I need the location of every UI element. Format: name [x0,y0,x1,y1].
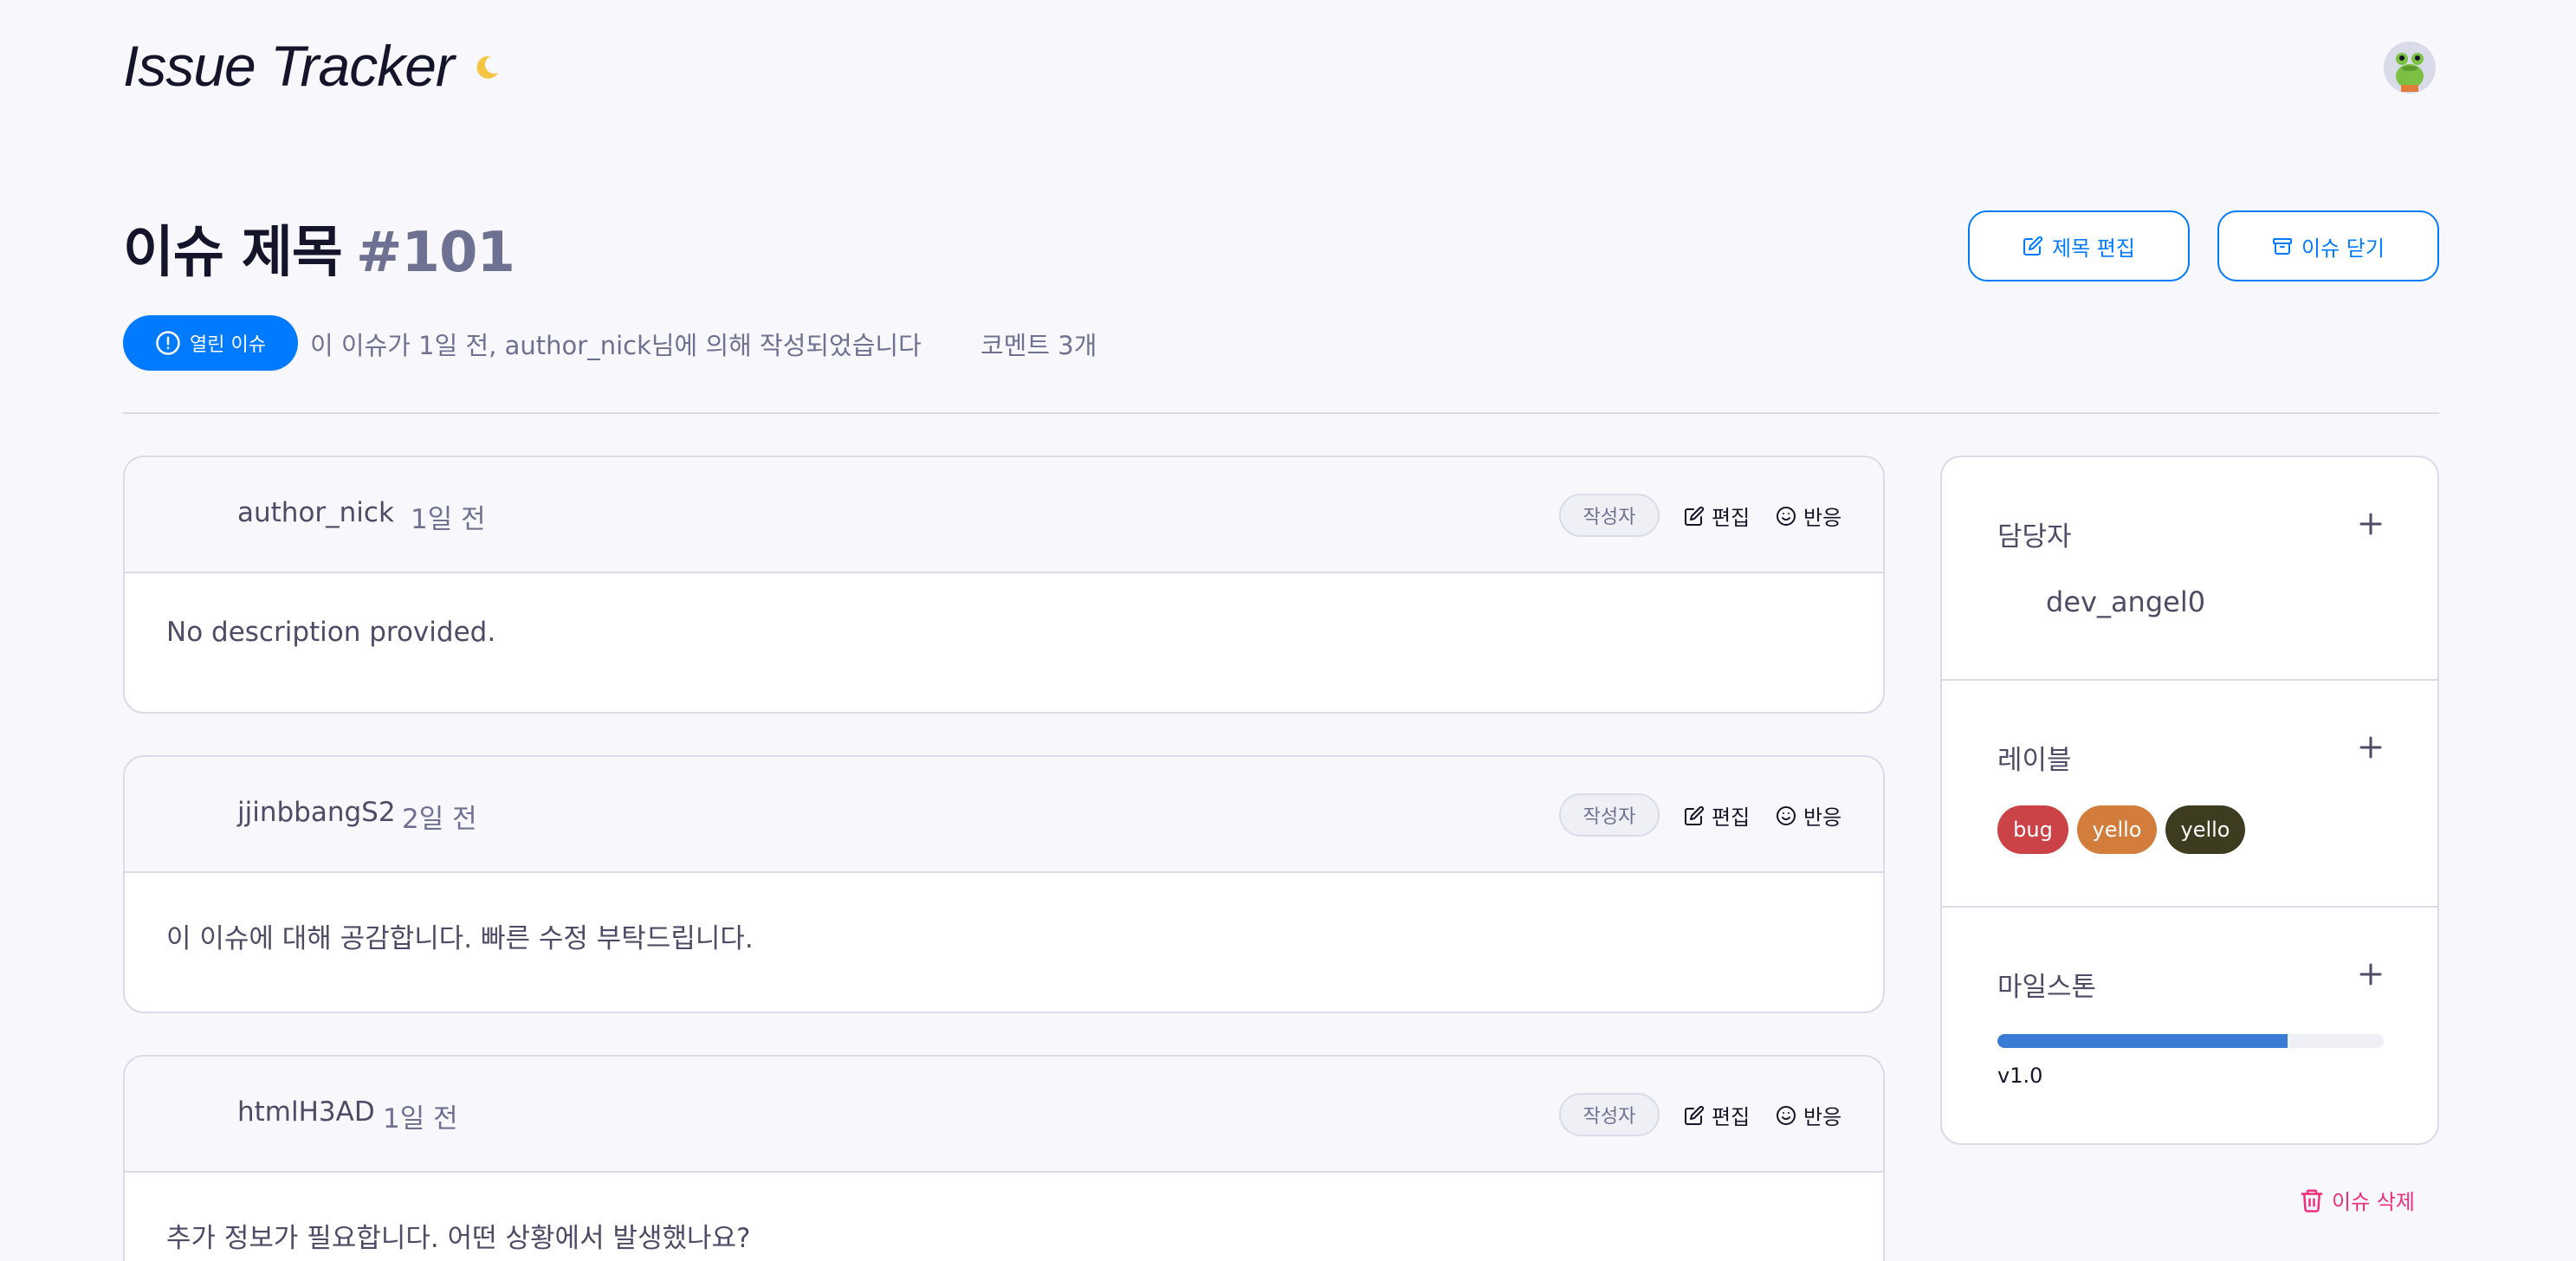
comment-author[interactable]: htmlH3AD [237,1096,375,1128]
issue-number: #101 [355,221,515,285]
edit-title-label: 제목 편집 [2052,236,2135,261]
milestone-progress-bar [1997,1034,2384,1048]
edit-comment-button[interactable]: 편집 [1684,501,1750,531]
edit-title-button[interactable]: 제목 편집 [1968,210,2190,281]
comment-body: 추가 정보가 필요합니다. 어떤 상황에서 발생했나요? [166,1223,751,1254]
comment-author[interactable]: author_nick [237,497,394,528]
open-issue-badge: 열린 이슈 [123,315,298,371]
react-button[interactable]: 반응 [1776,501,1841,531]
assignee-section: 담당자 dev_angel0 [1942,457,2437,681]
author-tag: 작성자 [1559,793,1660,837]
comment-time: 1일 전 [411,504,486,535]
app-logo[interactable]: Issue Tracker [123,33,501,99]
alert-circle-icon [156,331,180,355]
archive-icon [2273,238,2293,255]
edit-label: 편집 [1712,1105,1751,1129]
comment-header: author_nick 1일 전 작성자 편집 반응 [125,457,1883,573]
issue-detail-page: Issue Tracker 이슈 제목 #101 제목 편집 이슈 닫기 열린 … [0,0,2576,1261]
labels-section: 레이블 [1942,681,2437,908]
logo-text: Issue Tracker [123,34,455,98]
edit-comment-button[interactable]: 편집 [1684,1100,1750,1130]
moon-icon[interactable] [473,54,501,81]
edit-label: 편집 [1712,506,1751,530]
react-label: 반응 [1803,805,1842,830]
edit-comment-button[interactable]: 편집 [1684,800,1750,831]
issue-meta-text: 이 이슈가 1일 전, author_nick님에 의해 작성되었습니다 [310,331,922,360]
react-button[interactable]: 반응 [1776,800,1841,831]
add-milestone-plus-icon[interactable] [2356,960,2385,989]
comment-count: 코멘트 3개 [981,331,1097,360]
comment-header: htmlH3AD 1일 전 작성자 편집 반응 [125,1057,1883,1173]
smile-icon [1777,805,1796,825]
delete-issue-button[interactable]: 이슈 삭제 [2299,1185,2415,1215]
smile-icon [1777,506,1796,526]
assignee-title: 담당자 [1997,521,2072,553]
issue-sidebar: 담당자 dev_angel0 레이블 bug yello yello 마일스톤 … [1940,456,2439,1145]
author-tag: 작성자 [1559,1093,1660,1136]
comment-time: 1일 전 [383,1103,458,1135]
close-issue-button[interactable]: 이슈 닫기 [2217,210,2439,281]
add-assignee-plus-icon[interactable] [2356,509,2385,539]
comment-card: jjinbbangS2 2일 전 작성자 편집 반응 이 이슈에 대해 공감합니… [123,755,1885,1013]
milestone-progress-fill [1997,1034,2288,1048]
issue-title-text: 이슈 제목 [123,221,343,285]
comment-card: htmlH3AD 1일 전 작성자 편집 반응 추가 정보가 필요합니다. 어떤… [123,1055,1885,1261]
edit-icon [1685,805,1705,825]
react-button[interactable]: 반응 [1776,1100,1841,1130]
smile-icon [1777,1105,1796,1125]
label-bug[interactable]: bug [1997,805,2068,854]
react-label: 반응 [1803,506,1842,530]
assignee-name[interactable]: dev_angel0 [2046,585,2205,618]
comment-time: 2일 전 [402,804,477,835]
edit-label: 편집 [1712,805,1751,830]
milestone-title: 마일스톤 [1997,972,2097,1003]
author-tag: 작성자 [1559,494,1660,537]
issue-state-label: 열린 이슈 [190,334,266,356]
close-issue-label: 이슈 닫기 [2301,236,2385,261]
comment-author[interactable]: jjinbbangS2 [237,797,396,828]
issue-title: 이슈 제목 #101 [123,208,515,288]
add-label-plus-icon[interactable] [2356,733,2385,762]
label-yello[interactable]: yello [2077,805,2157,854]
user-avatar[interactable] [2384,42,2436,94]
delete-issue-label: 이슈 삭제 [2332,1190,2415,1214]
edit-icon [1685,506,1705,526]
trash-icon [2301,1189,2323,1212]
comment-body: 이 이슈에 대해 공감합니다. 빠른 수정 부탁드립니다. [166,923,754,954]
frog-avatar-icon [2384,42,2436,94]
divider [123,412,2439,414]
edit-icon [1685,1105,1705,1125]
edit-icon [2023,236,2043,255]
comment-header: jjinbbangS2 2일 전 작성자 편집 반응 [125,757,1883,873]
comment-body: No description provided. [166,617,496,648]
comment-card: author_nick 1일 전 작성자 편집 반응 No descriptio… [123,456,1885,714]
milestone-name[interactable]: v1.0 [1997,1064,2042,1088]
react-label: 반응 [1803,1105,1842,1129]
labels-title: 레이블 [1997,745,2072,776]
label-yello-dark[interactable]: yello [2165,805,2245,854]
